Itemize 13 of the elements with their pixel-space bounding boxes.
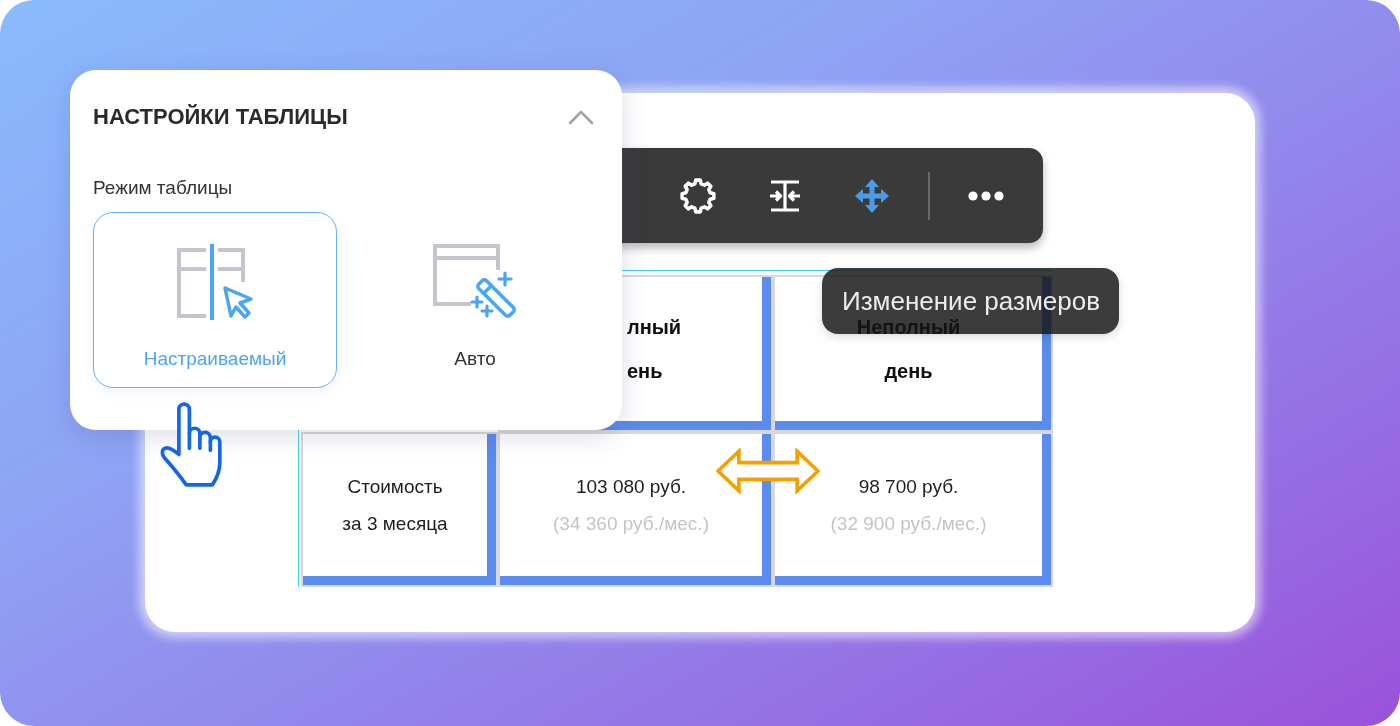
more-icon [968,190,1004,201]
price-note: (34 360 руб./мес.) [553,512,709,536]
panel-title: НАСТРОЙКИ ТАБЛИЦЫ [93,104,348,130]
cell-text: 98 700 руб. [858,475,959,499]
cell-text: 103 080 руб. [575,475,687,499]
cell-text: лный ень [627,315,682,384]
compress-arrows-icon [767,177,803,214]
section-label: Режим таблицы [93,176,234,200]
move-arrows-icon [854,177,890,214]
cell-text: Стоимость за 3 месяца [342,475,448,536]
gear-icon [680,177,716,214]
table-column-cursor-icon [175,242,255,322]
price-note: (32 900 руб./мес.) [830,512,987,536]
